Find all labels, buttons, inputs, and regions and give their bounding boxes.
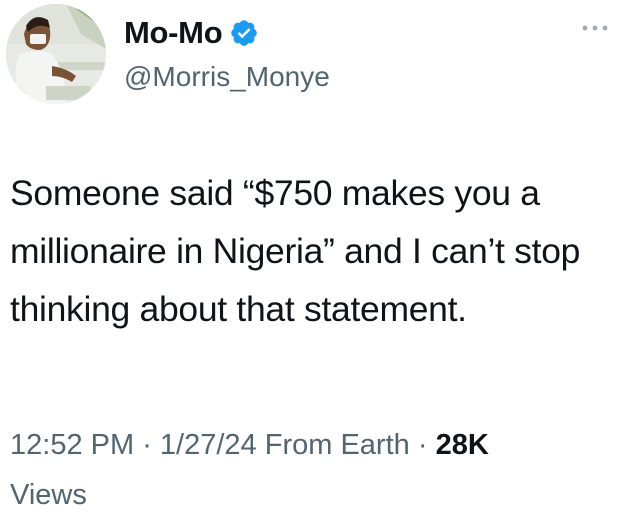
views-label: Views: [10, 479, 87, 511]
display-name[interactable]: Mo-Mo: [124, 14, 223, 52]
verified-badge-icon[interactable]: [229, 18, 259, 48]
tweet-date[interactable]: 1/27/24: [160, 429, 257, 461]
author-block: Mo-Mo @Morris_Monye: [124, 14, 330, 94]
meta-separator: ·: [409, 429, 436, 461]
meta-separator: ·: [134, 429, 160, 461]
tweet-card: Mo-Mo @Morris_Monye Someone said “$750 m…: [0, 0, 619, 522]
avatar-photo: [6, 4, 106, 104]
tweet-text: Someone said “$750 makes you a millionai…: [10, 173, 581, 329]
tweet-time[interactable]: 12:52 PM: [10, 429, 134, 461]
tweet-meta: 12:52 PM · 1/27/24 From Earth · 28K View…: [10, 420, 590, 520]
avatar[interactable]: [6, 4, 106, 104]
views-count: 28K: [435, 429, 489, 461]
name-row: Mo-Mo: [124, 14, 330, 52]
tweet-source: From Earth: [264, 429, 410, 461]
handle[interactable]: @Morris_Monye: [124, 60, 330, 94]
more-options-icon[interactable]: [581, 22, 609, 34]
